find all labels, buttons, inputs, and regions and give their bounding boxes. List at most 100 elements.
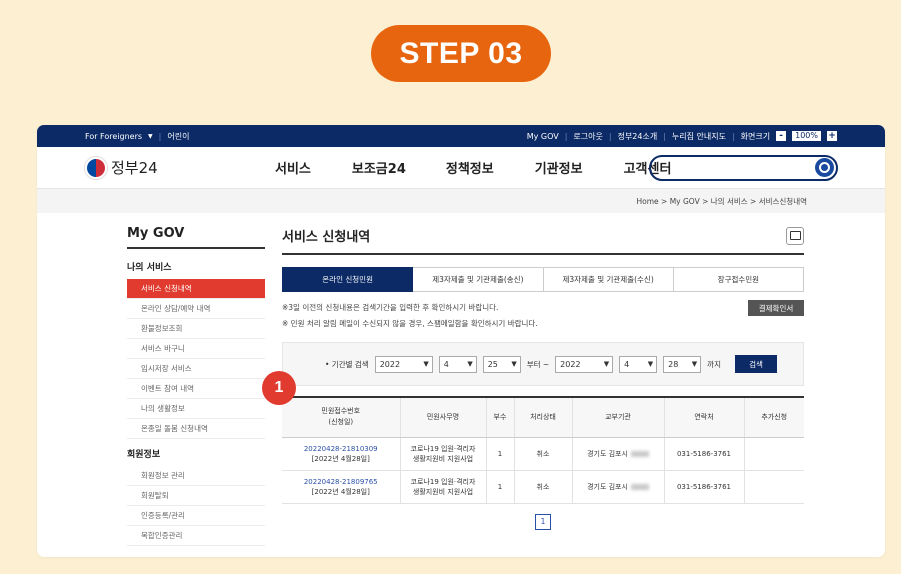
sidebar-item-member-manage[interactable]: 회원정보 관리 — [127, 466, 265, 486]
sidebar-item-refund[interactable]: 환불정보조회 — [127, 319, 265, 339]
agency-cell: 경기도 김포시 — [587, 482, 628, 491]
chevron-down-icon: ▼ — [647, 360, 654, 368]
logout-link[interactable]: 로그아웃 — [573, 131, 602, 142]
sidebar-title: My GOV — [127, 226, 265, 249]
taegeuk-logo-icon — [85, 156, 107, 179]
nav-subsidy24[interactable]: 보조금24 — [352, 158, 406, 177]
extra-cell — [744, 470, 804, 504]
receipt-link[interactable]: 20220428-21809765 — [304, 478, 378, 486]
nav-services[interactable]: 서비스 — [275, 158, 311, 177]
print-icon[interactable] — [786, 226, 804, 245]
utility-bar: For Foreigners ▼ | 어린이 My GOV | 로그아웃 | 정… — [37, 125, 885, 147]
application-table: 민원접수번호 (신청일) 민원사무명 부수 처리상태 교부기관 연락처 추가신청… — [282, 396, 804, 504]
nav-agency-info[interactable]: 기관정보 — [535, 158, 583, 177]
col-extra: 추가신청 — [744, 396, 804, 438]
zoom-value: 100% — [792, 131, 821, 141]
contact-cell: 031-5186-3761 — [664, 470, 745, 504]
notice-spam: ※ 민원 처리 알림 메일이 수신되지 않을 경우, 스팸메일함을 확인하시기 … — [282, 319, 538, 328]
service-name-line1: 코로나19 입원·격리자 — [410, 477, 476, 486]
sidebar-item-life-info[interactable]: 나의 생활정보 — [127, 399, 265, 419]
tab-window[interactable]: 장구접수민원 — [673, 267, 804, 292]
intro-link[interactable]: 정부24소개 — [618, 131, 658, 142]
sidebar-item-basket[interactable]: 서비스 바구니 — [127, 339, 265, 359]
sitemap-link[interactable]: 누리집 안내지도 — [672, 131, 726, 142]
count-cell: 1 — [486, 470, 515, 504]
main-content: 서비스 신청내역 온라인 신청민원 제3자제출 및 기관제출(송신) 제3자제출… — [282, 226, 804, 530]
from-month-select[interactable]: 4 ▼ — [438, 355, 477, 373]
pagination: 1 — [282, 513, 804, 530]
col-agency: 교부기관 — [572, 396, 665, 438]
gov24-logo[interactable]: 정부24 — [85, 156, 225, 179]
col-service-name: 민원사무명 — [400, 396, 487, 438]
separator: | — [663, 131, 666, 141]
main-nav: 서비스 보조금24 정책정보 기관정보 고객센터 — [225, 158, 671, 177]
sidebar-item-event[interactable]: 이벤트 참여 내역 — [127, 379, 265, 399]
table-row: 20220428-21809765 [2022년 4월28일] 코로나19 입원·… — [282, 470, 804, 504]
from-suffix: 부터 ~ — [526, 359, 550, 369]
to-month-select[interactable]: 4 ▼ — [619, 355, 658, 373]
sidebar-item-service-history[interactable]: 서비스 신청내역 — [127, 279, 265, 299]
sidebar-section-my-services: 나의 서비스 — [127, 263, 172, 273]
step-marker-1: 1 — [262, 371, 296, 405]
chevron-down-icon: ▼ — [691, 360, 698, 368]
redacted-blur — [630, 450, 649, 457]
tab-third-party-receive[interactable]: 제3자제출 및 기관제출(수신) — [543, 267, 674, 292]
from-day-select[interactable]: 25 ▼ — [482, 355, 521, 373]
separator: | — [158, 131, 162, 141]
site-header: 정부24 서비스 보조금24 정책정보 기관정보 고객센터 — [37, 147, 885, 189]
logo-text: 정부24 — [111, 159, 158, 177]
zoom-out-button[interactable]: - — [776, 131, 787, 141]
col-contact: 연락처 — [664, 396, 745, 438]
sidebar-item-consult-history[interactable]: 온라인 상담/예약 내역 — [127, 299, 265, 319]
sidebar-item-temp-save[interactable]: 임시저장 서비스 — [127, 359, 265, 379]
payment-confirm-button[interactable]: 결제확인서 — [748, 300, 804, 316]
sidebar-item-withdraw[interactable]: 회원탈퇴 — [127, 486, 265, 506]
period-search: • 기간별 검색 2022 ▼ 4 ▼ 25 ▼ 부터 ~ 2022 ▼ 4 ▼ 28 ▼ … — [282, 342, 804, 386]
contact-cell: 031-5186-3761 — [664, 437, 745, 471]
redacted-blur — [630, 483, 649, 490]
zoom-in-button[interactable]: + — [827, 131, 837, 141]
from-month-value: 4 — [443, 359, 449, 369]
col-receipt-number: 민원접수번호 (신청일) — [282, 396, 401, 438]
notice-period: ※3일 이전의 신청내용은 검색기간을 입력한 후 확인하시기 바랍니다. — [282, 303, 499, 312]
to-day-select[interactable]: 28 ▼ — [663, 355, 702, 373]
to-month-value: 4 — [624, 359, 630, 369]
service-name-line2: 생활지원비 지원사업 — [412, 487, 474, 496]
mygov-link[interactable]: My GOV — [527, 132, 559, 141]
separator: | — [731, 131, 735, 141]
screenshot-card: For Foreigners ▼ | 어린이 My GOV | 로그아웃 | 정… — [37, 125, 885, 557]
separator: | — [608, 131, 612, 141]
sidebar: My GOV 나의 서비스 서비스 신청내역 온라인 상담/예약 내역 환불정보… — [127, 226, 265, 546]
sidebar-item-cert[interactable]: 인증등록/관리 — [127, 506, 265, 526]
from-day-value: 25 — [487, 359, 498, 369]
agency-cell: 경기도 김포시 — [587, 449, 628, 458]
period-search-label: • 기간별 검색 — [325, 359, 369, 369]
receipt-link[interactable]: 20220428-21810309 — [304, 445, 378, 453]
chevron-down-icon: ▼ — [511, 360, 517, 368]
tab-third-party-send[interactable]: 제3자제출 및 기관제출(송신) — [413, 267, 544, 292]
nav-policy-info[interactable]: 정책정보 — [446, 158, 494, 177]
status-cell: 취소 — [514, 470, 573, 504]
search-icon[interactable] — [815, 158, 834, 177]
chevron-down-icon: ▼ — [603, 360, 610, 368]
sidebar-section-member: 회원정보 — [127, 450, 161, 460]
to-suffix: 까지 — [707, 359, 721, 369]
count-cell: 1 — [486, 437, 515, 471]
to-year-select[interactable]: 2022 ▼ — [555, 355, 614, 373]
zoom-label: 화면크기 — [740, 131, 771, 141]
step-badge: STEP 03 — [371, 25, 551, 82]
search-input[interactable] — [649, 155, 838, 181]
sidebar-item-care[interactable]: 온종일 돌봄 신청내역 — [127, 419, 265, 439]
extra-cell — [744, 437, 804, 471]
tabs: 온라인 신청민원 제3자제출 및 기관제출(송신) 제3자제출 및 기관제출(수… — [282, 267, 804, 292]
search-button[interactable]: 검색 — [734, 355, 777, 373]
from-year-select[interactable]: 2022 ▼ — [374, 355, 433, 373]
page-1-button[interactable]: 1 — [535, 513, 551, 530]
tab-online[interactable]: 온라인 신청민원 — [282, 267, 414, 292]
for-foreigners-link[interactable]: For Foreigners — [85, 132, 142, 141]
sidebar-item-multi-cert[interactable]: 복합인증관리 — [127, 526, 265, 546]
kids-link[interactable]: 어린이 — [167, 131, 189, 142]
breadcrumb: Home > My GOV > 나의 서비스 > 서비스신청내역 — [37, 189, 885, 213]
chevron-down-icon: ▼ — [148, 132, 153, 140]
table-row: 20220428-21810309 [2022년 4월28일] 코로나19 입원·… — [282, 437, 804, 471]
